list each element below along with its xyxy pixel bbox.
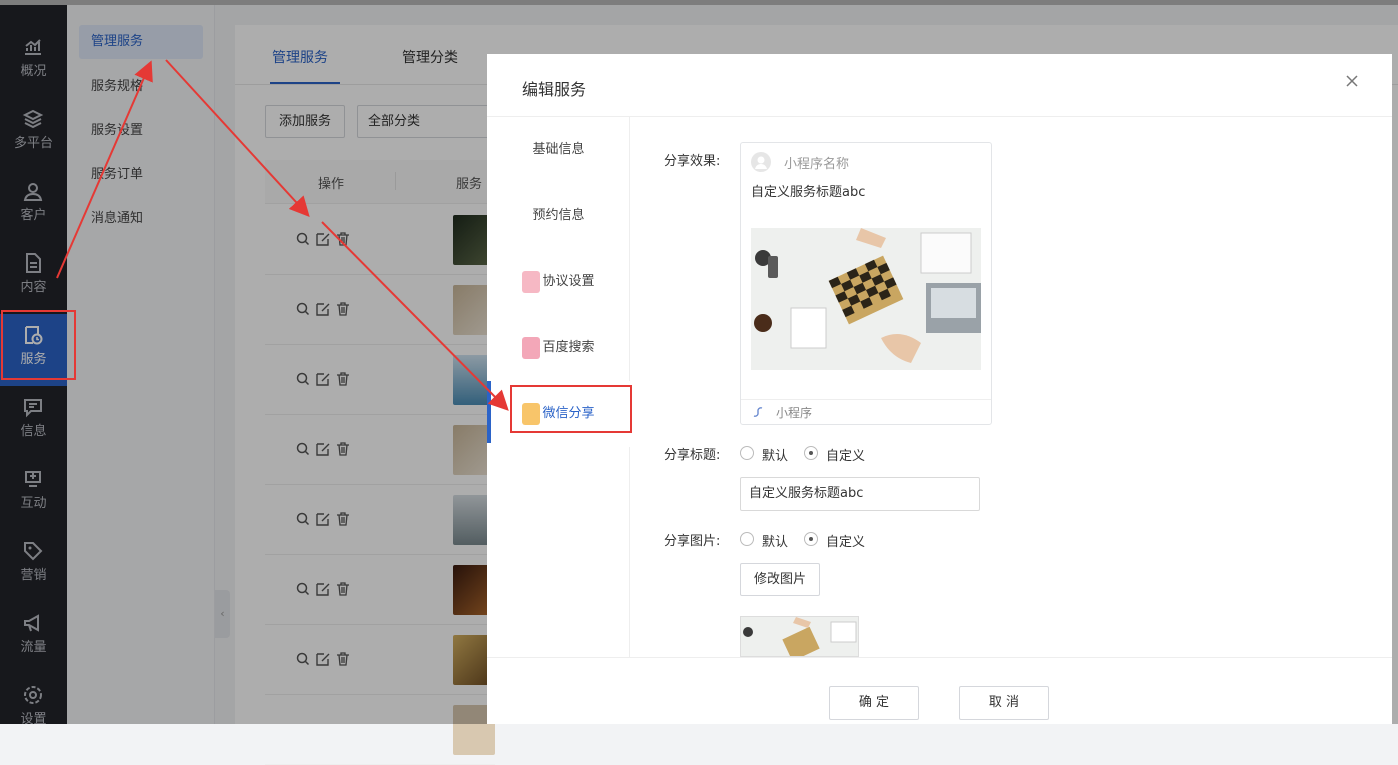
dialog-header: 编辑服务 [487,54,1392,117]
share-title-custom-radio[interactable] [804,446,818,460]
share-image-custom-label: 自定义 [826,535,866,550]
share-title-custom-label: 自定义 [826,449,866,464]
share-image-default-label: 默认 [762,535,789,550]
share-image-custom-radio[interactable] [804,532,818,546]
preview-divider [741,399,991,400]
share-image-label: 分享图片: [664,534,721,549]
mini-program-name: 小程序名称 [784,157,850,172]
highlight-box-wechat-share [510,385,632,433]
share-title-default-radio[interactable] [740,446,754,460]
side-item-booking-info[interactable]: 预约信息 [487,183,630,249]
share-image-thumbnail [740,616,859,657]
active-side-indicator [487,381,491,443]
share-title-input[interactable]: 自定义服务标题abc [740,477,980,511]
side-item-baidu-search[interactable]: 百度搜索 [487,315,630,381]
preview-title: 自定义服务标题abc [751,185,866,200]
close-icon[interactable] [1343,72,1361,90]
side-item-label: 协议设置 [542,274,595,289]
cancel-button[interactable]: 取 消 [959,686,1049,720]
side-item-label: 百度搜索 [542,340,595,355]
blurred-badge-icon [522,270,541,293]
share-title-default-label: 默认 [762,449,789,464]
share-effect-label: 分享效果: [664,154,721,169]
preview-image [751,228,981,370]
preview-footer: 小程序 [776,406,813,420]
avatar [751,152,771,172]
confirm-button[interactable]: 确 定 [829,686,919,720]
side-item-basic-info[interactable]: 基础信息 [487,117,630,183]
mini-program-icon [753,407,763,417]
side-item-agreement[interactable]: 协议设置 [487,249,630,315]
user-placeholder-icon [755,156,767,169]
modify-image-button[interactable]: 修改图片 [740,563,820,596]
highlight-box-service-nav [1,310,76,380]
dialog-title: 编辑服务 [522,80,587,99]
share-title-label: 分享标题: [664,448,721,463]
dialog-footer: 确 定 取 消 [487,657,1392,724]
share-preview-card: 小程序名称 自定义服务标题abc 小程序 [740,142,992,425]
blurred-badge-icon [522,336,541,359]
share-image-default-radio[interactable] [740,532,754,546]
